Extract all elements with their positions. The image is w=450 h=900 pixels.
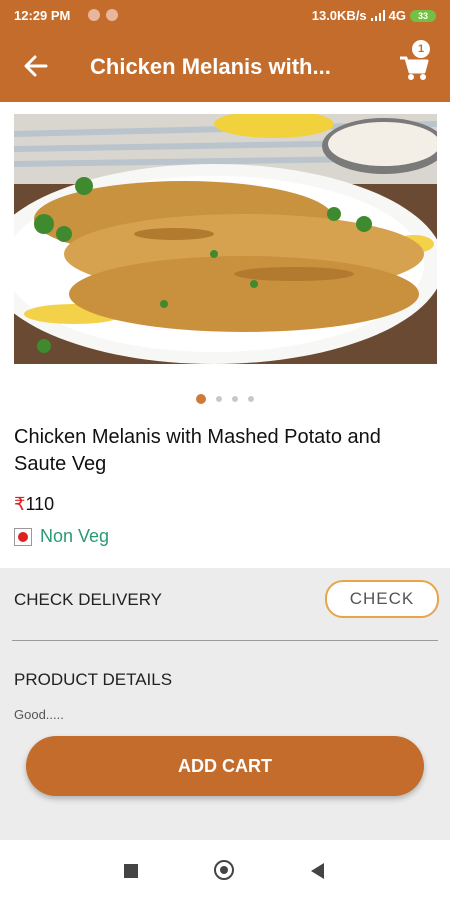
product-content: Chicken Melanis with Mashed Potato and S…: [0, 102, 450, 568]
product-price: ₹110: [14, 494, 54, 515]
system-nav-bar: [0, 840, 450, 900]
product-image[interactable]: [14, 114, 437, 364]
network-type: 4G: [388, 8, 406, 23]
arrow-left-icon[interactable]: [22, 52, 50, 80]
product-details-text: Good.....: [14, 707, 64, 722]
pager-dot[interactable]: [216, 395, 222, 402]
product-name: Chicken Melanis with Mashed Potato and S…: [14, 426, 381, 475]
battery-icon: 33: [410, 9, 436, 22]
square-icon[interactable]: [124, 864, 138, 878]
pager-dot[interactable]: [248, 395, 254, 402]
pager-dot[interactable]: [196, 393, 206, 404]
pager-dot[interactable]: [232, 395, 238, 402]
currency-symbol: ₹: [14, 494, 26, 514]
food-type: Non Veg: [14, 526, 109, 547]
triangle-back-icon[interactable]: [311, 863, 324, 879]
circle-icon[interactable]: [214, 860, 234, 880]
signal-icon: [370, 10, 385, 21]
product-details-label: PRODUCT DETAILS: [14, 670, 173, 689]
cart-count-badge: 1: [412, 40, 430, 58]
status-notification-dots: [88, 9, 124, 24]
non-veg-icon: [14, 527, 32, 546]
divider: [12, 640, 438, 641]
check-delivery-label: CHECK DELIVERY: [14, 590, 163, 609]
status-time: 12:29 PM: [14, 8, 71, 23]
image-pager[interactable]: [0, 390, 450, 408]
status-bar: 12:29 PM 13.0KB/s 4G 33: [0, 0, 450, 32]
app-bar: Chicken Melanis with... 1: [0, 32, 450, 102]
page-title: Chicken Melanis with...: [90, 54, 331, 79]
food-type-label: Non Veg: [40, 526, 110, 546]
check-delivery-button[interactable]: CHECK: [325, 580, 439, 618]
add-cart-button[interactable]: ADD CART: [26, 736, 424, 796]
network-speed: 13.0KB/s: [311, 8, 367, 23]
price-value: 110: [25, 494, 55, 514]
status-right: 13.0KB/s 4G 33: [312, 8, 436, 23]
